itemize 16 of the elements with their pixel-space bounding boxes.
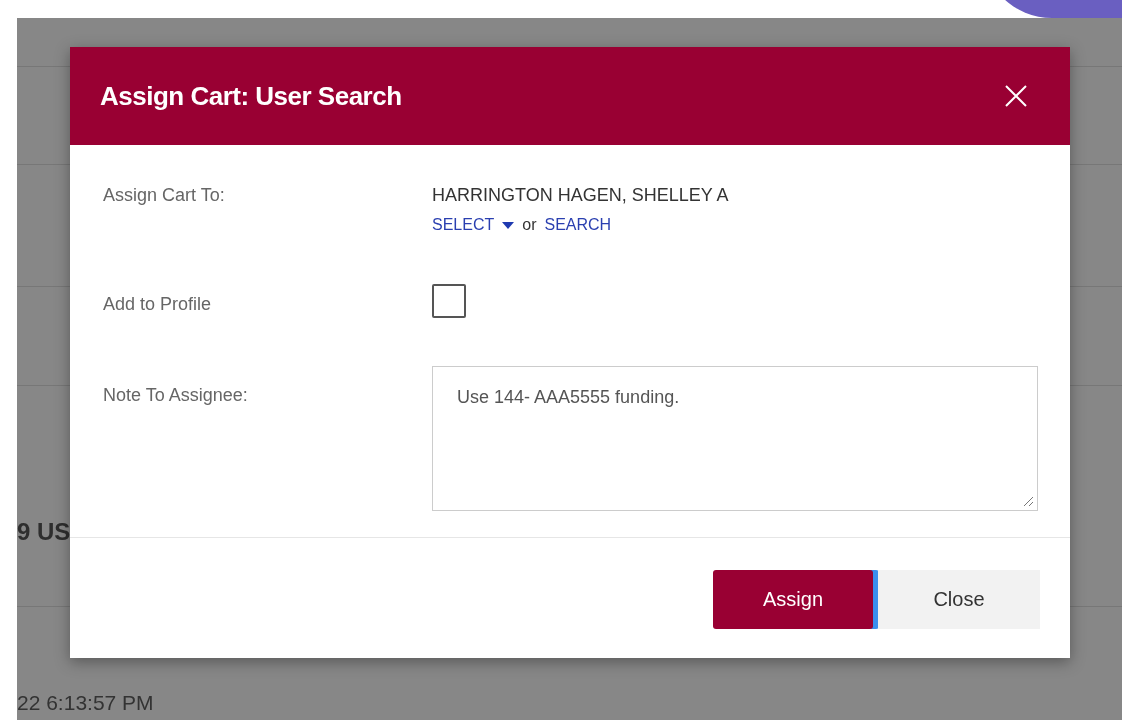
assignee-name: HARRINGTON HAGEN, SHELLEY A [432,185,730,206]
or-text: or [522,216,537,234]
field-label: Note To Assignee: [103,384,249,407]
dialog-title: Assign Cart: User Search [100,80,402,112]
search-link[interactable]: SEARCH [544,216,612,234]
note-field[interactable]: Use 144- AAA5555 funding. [432,365,1038,511]
close-button[interactable]: Close [878,569,1040,629]
resize-icon[interactable] [1023,495,1034,507]
field-label: Add to Profile [103,294,213,317]
field-label: Assign Cart To: [103,185,226,207]
timestamp-text: 22 6:13:57 PM [17,690,154,715]
amount-text: 9 US [17,517,71,546]
close-icon[interactable] [1004,84,1028,108]
profile-checkbox[interactable] [432,284,466,319]
select-link[interactable]: SELECT [432,216,495,234]
caret-icon[interactable] [502,221,515,229]
